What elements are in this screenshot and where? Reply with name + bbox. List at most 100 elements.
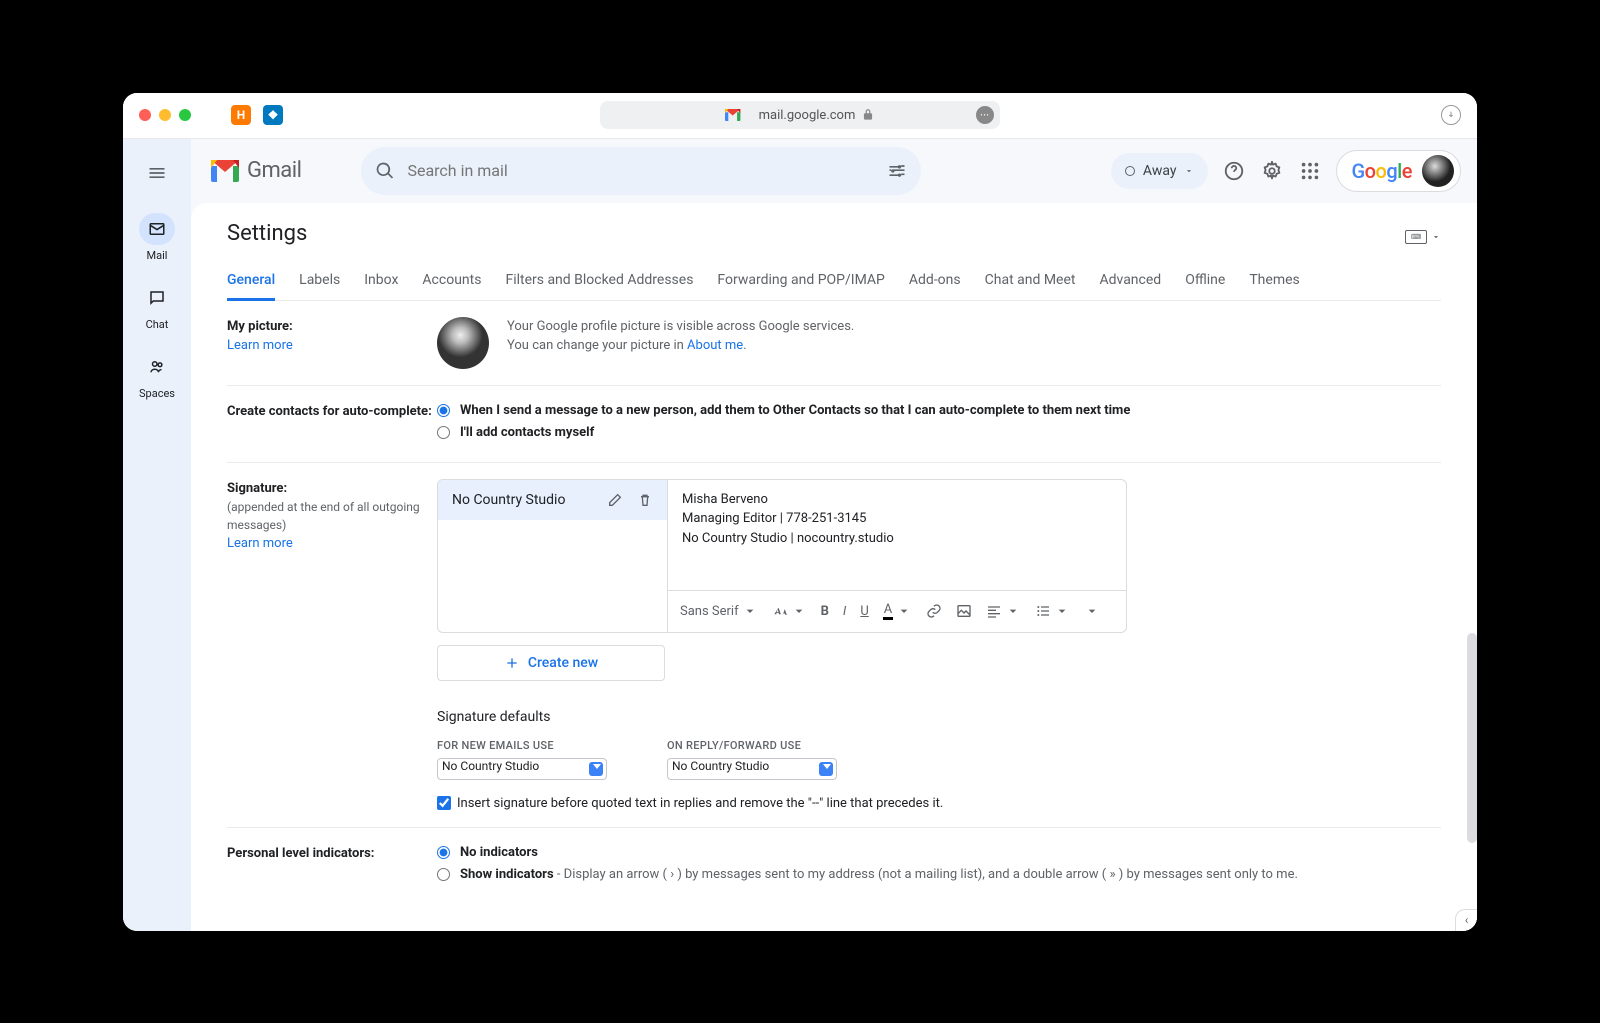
spaces-icon: [148, 358, 166, 376]
user-avatar[interactable]: [1422, 155, 1454, 187]
google-wordmark: Google: [1351, 159, 1412, 183]
tab-offline[interactable]: Offline: [1185, 262, 1225, 300]
contacts-option-auto[interactable]: When I send a message to a new person, a…: [437, 402, 1441, 420]
defaults-reply-select[interactable]: No Country Studio: [667, 758, 837, 780]
defaults-heading: Signature defaults: [437, 709, 1441, 725]
link-icon: [926, 603, 942, 619]
rail-item-mail[interactable]: Mail: [139, 213, 175, 262]
gmail-logo[interactable]: Gmail: [211, 158, 301, 183]
side-panel-toggle[interactable]: ‹: [1455, 909, 1477, 931]
image-button[interactable]: [956, 603, 972, 619]
input-tools-button[interactable]: ⌨: [1405, 230, 1441, 244]
font-family-select[interactable]: Sans Serif: [680, 603, 758, 619]
font-size-button[interactable]: [772, 603, 807, 619]
text-color-button[interactable]: A: [883, 602, 912, 620]
indicators-option-none[interactable]: No indicators: [437, 844, 1441, 862]
indicators-option-show[interactable]: Show indicators - Display an arrow ( › )…: [437, 866, 1441, 884]
tab-chat-meet[interactable]: Chat and Meet: [985, 262, 1076, 300]
signature-list-item[interactable]: No Country Studio: [438, 480, 667, 520]
signature-toolbar: Sans Serif B I U A: [668, 590, 1126, 632]
defaults-new-label: FOR NEW EMAILS USE: [437, 739, 607, 752]
extension-icon[interactable]: ❖: [263, 105, 283, 125]
chevron-down-icon: [742, 603, 758, 619]
text-size-icon: [772, 603, 788, 619]
url-text: mail.google.com: [759, 108, 856, 123]
tab-general[interactable]: General: [227, 262, 275, 301]
chevron-down-icon: [593, 764, 601, 769]
apps-button[interactable]: [1298, 159, 1322, 183]
signature-editor: No Country Studio Misha Berveno: [437, 479, 1127, 633]
rail-item-spaces[interactable]: Spaces: [139, 351, 175, 400]
search-bar[interactable]: [361, 147, 921, 195]
maximize-window-button[interactable]: [179, 109, 191, 121]
defaults-new-select[interactable]: No Country Studio: [437, 758, 607, 780]
chevron-down-icon: [1084, 603, 1100, 619]
tab-labels[interactable]: Labels: [299, 262, 340, 300]
underline-button[interactable]: U: [860, 604, 868, 619]
chevron-down-icon: [1005, 603, 1021, 619]
learn-more-link[interactable]: Learn more: [227, 536, 293, 551]
help-icon: [1223, 160, 1245, 182]
list-button[interactable]: [1035, 603, 1070, 619]
chevron-down-icon: [1054, 603, 1070, 619]
signature-list: No Country Studio: [438, 480, 668, 632]
search-input[interactable]: [395, 161, 887, 180]
site-menu-icon[interactable]: •••: [976, 106, 994, 124]
scrollbar-thumb[interactable]: [1467, 633, 1477, 843]
checkbox-input[interactable]: [437, 796, 451, 810]
about-me-link[interactable]: About me: [687, 338, 743, 353]
section-heading: My picture:: [227, 317, 437, 337]
close-window-button[interactable]: [139, 109, 151, 121]
mail-icon: [148, 220, 166, 238]
rail-item-chat[interactable]: Chat: [139, 282, 175, 331]
tab-accounts[interactable]: Accounts: [422, 262, 481, 300]
contacts-option-manual[interactable]: I'll add contacts myself: [437, 424, 1441, 442]
list-icon: [1035, 603, 1051, 619]
window-controls: [139, 109, 191, 121]
bold-button[interactable]: B: [821, 604, 829, 619]
tab-inbox[interactable]: Inbox: [364, 262, 398, 300]
chevron-down-icon: [791, 603, 807, 619]
edit-icon[interactable]: [607, 492, 623, 508]
radio-input[interactable]: [437, 846, 450, 859]
delete-icon[interactable]: [637, 492, 653, 508]
section-heading: Signature:: [227, 479, 437, 499]
profile-picture[interactable]: [437, 317, 489, 369]
section-heading: Create contacts for auto-complete:: [227, 402, 437, 446]
italic-button[interactable]: I: [843, 604, 846, 619]
section-heading: Personal level indicators:: [227, 844, 437, 888]
status-dot-icon: [1125, 166, 1135, 176]
left-rail: Mail Chat Spaces: [123, 139, 191, 931]
radio-input[interactable]: [437, 404, 450, 417]
account-switcher[interactable]: Google: [1336, 150, 1461, 192]
align-icon: [986, 603, 1002, 619]
status-chip[interactable]: Away: [1111, 153, 1209, 189]
settings-button[interactable]: [1260, 159, 1284, 183]
learn-more-link[interactable]: Learn more: [227, 338, 293, 353]
tab-advanced[interactable]: Advanced: [1099, 262, 1161, 300]
extension-icon[interactable]: H: [231, 105, 251, 125]
main-menu-button[interactable]: [137, 153, 177, 193]
more-formatting-button[interactable]: [1084, 603, 1100, 619]
minimize-window-button[interactable]: [159, 109, 171, 121]
link-button[interactable]: [926, 603, 942, 619]
tab-addons[interactable]: Add-ons: [909, 262, 961, 300]
search-options-icon[interactable]: [887, 161, 907, 181]
settings-panel: Settings ⌨ General Labels Inbox Accounts…: [191, 203, 1477, 931]
downloads-icon[interactable]: [1441, 105, 1461, 125]
gmail-favicon: [725, 109, 740, 121]
radio-input[interactable]: [437, 868, 450, 881]
app-header: Gmail Away Goog: [191, 139, 1477, 203]
insert-signature-checkbox[interactable]: Insert signature before quoted text in r…: [437, 796, 1441, 811]
create-signature-button[interactable]: Create new: [437, 645, 665, 681]
tab-forwarding[interactable]: Forwarding and POP/IMAP: [717, 262, 884, 300]
signature-textarea[interactable]: Misha Berveno Managing Editor | 778-251-…: [668, 480, 1126, 590]
tab-themes[interactable]: Themes: [1249, 262, 1299, 300]
radio-input[interactable]: [437, 426, 450, 439]
chevron-down-icon: [896, 603, 912, 619]
search-icon: [375, 161, 395, 181]
align-button[interactable]: [986, 603, 1021, 619]
support-button[interactable]: [1222, 159, 1246, 183]
address-bar[interactable]: mail.google.com •••: [600, 101, 1000, 129]
tab-filters[interactable]: Filters and Blocked Addresses: [505, 262, 693, 300]
